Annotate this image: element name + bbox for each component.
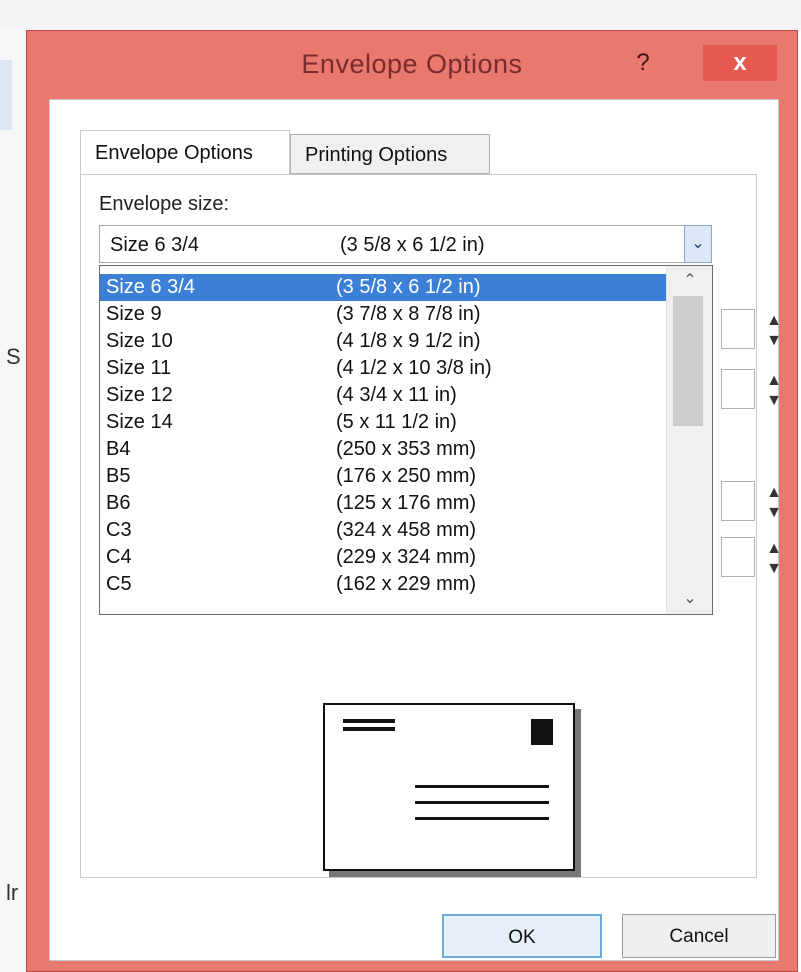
tab-envelope-options[interactable]: Envelope Options — [80, 130, 290, 176]
chevron-down-icon[interactable]: ⌄ — [667, 588, 712, 610]
ok-button[interactable]: OK — [442, 914, 602, 958]
return-address-line — [343, 727, 395, 731]
spinner-icon[interactable]: ▲ ▼ — [761, 311, 787, 351]
delivery-address-line — [415, 785, 549, 788]
hidden-field[interactable] — [721, 309, 755, 349]
list-item[interactable]: Size 10 (4 1/8 x 9 1/2 in) — [100, 328, 666, 355]
hidden-field[interactable] — [721, 369, 755, 409]
list-item[interactable]: B6 (125 x 176 mm) — [100, 490, 666, 517]
spinner-icon[interactable]: ▲ ▼ — [761, 483, 787, 523]
list-item[interactable]: Size 6 3/4 (3 5/8 x 6 1/2 in) — [100, 274, 666, 301]
background-text: S — [6, 344, 21, 369]
list-item[interactable]: Size 14 (5 x 11 1/2 in) — [100, 409, 666, 436]
dialog-client-area: Envelope Options Printing Options Envelo… — [49, 99, 782, 961]
envelope-options-dialog: Envelope Options ? x Envelope Options Pr… — [26, 30, 798, 972]
delivery-address-line — [415, 817, 549, 820]
title-bar[interactable]: Envelope Options ? x — [27, 31, 797, 97]
envelope-size-label: Envelope size: — [99, 193, 230, 215]
help-button[interactable]: ? — [615, 45, 671, 81]
stamp-icon — [531, 719, 553, 745]
envelope-preview — [323, 703, 575, 871]
dropdown-toggle-button[interactable]: ⌄ — [684, 225, 712, 263]
close-button[interactable]: x — [703, 45, 777, 81]
delivery-address-line — [415, 801, 549, 804]
chevron-down-icon: ⌄ — [691, 235, 705, 252]
help-icon: ? — [636, 49, 650, 76]
envelope-size-select[interactable]: Size 6 3/4 (3 5/8 x 6 1/2 in) — [99, 225, 685, 263]
dialog-title: Envelope Options — [301, 49, 523, 79]
list-item[interactable]: C4 (229 x 324 mm) — [100, 544, 666, 571]
list-item[interactable]: B4 (250 x 353 mm) — [100, 436, 666, 463]
background-app-panel — [0, 30, 28, 972]
cancel-button[interactable]: Cancel — [622, 914, 776, 958]
close-icon: x — [733, 49, 747, 76]
background-app-toolbar — [0, 0, 801, 30]
return-address-line — [343, 719, 395, 723]
background-app-highlight — [0, 60, 12, 130]
tab-printing-options[interactable]: Printing Options — [290, 134, 490, 174]
selected-size-name: Size 6 3/4 — [110, 234, 199, 256]
spinner-icon[interactable]: ▲ ▼ — [761, 371, 787, 411]
list-item[interactable]: C5 (162 x 229 mm) — [100, 571, 666, 598]
selected-size-dims: (3 5/8 x 6 1/2 in) — [340, 234, 485, 256]
background-text: lr — [6, 880, 19, 905]
hidden-field[interactable] — [721, 481, 755, 521]
spinner-icon[interactable]: ▲ ▼ — [761, 539, 787, 579]
list-item[interactable]: C3 (324 x 458 mm) — [100, 517, 666, 544]
hidden-field[interactable] — [721, 537, 755, 577]
list-item[interactable]: Size 9 (3 7/8 x 8 7/8 in) — [100, 301, 666, 328]
list-item[interactable]: Size 11 (4 1/2 x 10 3/8 in) — [100, 355, 666, 382]
list-item[interactable]: B5 (176 x 250 mm) — [100, 463, 666, 490]
envelope-size-dropdown-list[interactable]: Size 6 3/4 (3 5/8 x 6 1/2 in) Size 9 (3 … — [99, 265, 713, 615]
list-item[interactable]: Size 12 (4 3/4 x 11 in) — [100, 382, 666, 409]
envelope-options-panel: Envelope size: Size 6 3/4 (3 5/8 x 6 1/2… — [80, 174, 782, 878]
chevron-up-icon[interactable]: ⌃ — [667, 270, 712, 292]
scrollbar-thumb[interactable] — [673, 296, 703, 426]
list-scrollbar[interactable]: ⌃ ⌄ — [666, 266, 712, 614]
